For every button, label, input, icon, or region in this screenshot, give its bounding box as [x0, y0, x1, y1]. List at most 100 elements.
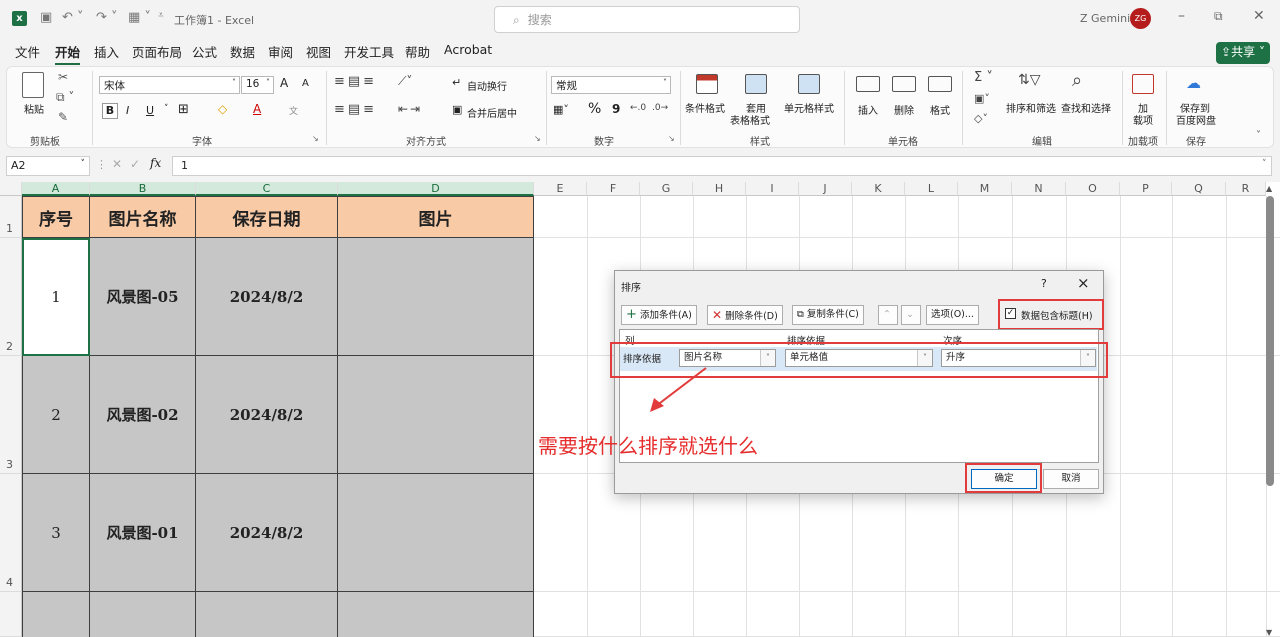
row-header[interactable]	[0, 592, 22, 637]
name-box[interactable]: A2 ˅	[6, 156, 90, 176]
restore-icon[interactable]: ⧉	[1214, 9, 1223, 24]
row-header[interactable]: 1	[0, 196, 22, 238]
table-cell[interactable]	[338, 592, 534, 637]
column-header-h[interactable]: H	[693, 182, 746, 196]
italic-button[interactable]: I	[126, 104, 129, 117]
dialog-close-button[interactable]: ×	[1077, 274, 1090, 292]
tab-data[interactable]: 数据	[230, 42, 255, 61]
table-cell[interactable]: 2	[22, 356, 90, 474]
add-level-button[interactable]: + 添加条件(A)	[621, 305, 697, 325]
dialog-launcher-icon[interactable]: ↘	[312, 134, 319, 143]
find-select-button[interactable]: 查找和选择	[1061, 100, 1111, 115]
vertical-scrollbar[interactable]	[1266, 196, 1274, 486]
orientation-icon[interactable]: ⟋˅	[398, 74, 412, 89]
tab-view[interactable]: 视图	[306, 42, 331, 61]
column-header-o[interactable]: O	[1066, 182, 1120, 196]
collapse-ribbon-icon[interactable]: ˅	[1256, 130, 1261, 141]
column-header-p[interactable]: P	[1120, 182, 1172, 196]
column-header-i[interactable]: I	[746, 182, 799, 196]
tab-acrobat[interactable]: Acrobat	[444, 42, 492, 57]
delete-level-button[interactable]: ✕ 删除条件(D)	[707, 305, 783, 325]
confirm-entry-icon[interactable]: ✓	[130, 157, 140, 171]
table-cell[interactable]	[22, 592, 90, 637]
scroll-down-icon[interactable]: ▼	[1266, 628, 1272, 637]
avatar[interactable]: ZG	[1130, 8, 1151, 29]
copy-level-button[interactable]: ⧉ 复制条件(C)	[792, 305, 864, 325]
table-cell[interactable]	[90, 592, 196, 637]
move-up-button[interactable]: ⌃	[878, 305, 898, 325]
horizontal-align-icons[interactable]: ≡▤≡	[334, 102, 377, 117]
table-cell[interactable]	[338, 356, 534, 474]
baidu-netdisk-icon[interactable]: ☁	[1186, 74, 1201, 92]
formula-input[interactable]: 1	[172, 156, 1272, 176]
tab-review[interactable]: 审阅	[268, 42, 293, 61]
table-cell[interactable]	[338, 474, 534, 592]
undo-icon[interactable]: ↶ ˅	[62, 10, 84, 25]
column-header-r[interactable]: R	[1226, 182, 1266, 196]
tab-home[interactable]: 开始	[55, 42, 81, 65]
cell-styles-icon[interactable]	[798, 74, 820, 94]
conditional-format-icon[interactable]	[696, 74, 718, 94]
number-format-select[interactable]: 常规 ˅	[551, 76, 671, 94]
percent-button[interactable]: %	[588, 101, 601, 117]
font-size-select[interactable]: 16 ˅	[241, 76, 274, 94]
font-color-icon[interactable]: A	[253, 102, 261, 116]
column-header-b[interactable]: B	[90, 182, 196, 196]
table-cell[interactable]: 2024/8/2	[196, 238, 338, 356]
copy-icon[interactable]: ⧉ ˅	[56, 90, 74, 105]
tab-formulas[interactable]: 公式	[192, 42, 217, 61]
dialog-launcher-icon[interactable]: ↘	[668, 134, 675, 143]
save-icon[interactable]: ▣	[40, 10, 52, 25]
borders-icon[interactable]: ⊞	[178, 102, 189, 117]
cancel-entry-icon[interactable]: ✕	[112, 157, 122, 171]
row-header[interactable]: 3	[0, 356, 22, 474]
table-cell[interactable]: 风景图-01	[90, 474, 196, 592]
table-cell[interactable]: 风景图-05	[90, 238, 196, 356]
options-button[interactable]: 选项(O)...	[926, 305, 979, 325]
row-header[interactable]: 2	[0, 238, 22, 356]
scroll-up-icon[interactable]: ▲	[1266, 184, 1272, 193]
phonetic-guide-button[interactable]: 文	[289, 104, 298, 117]
table-header-cell[interactable]: 图片	[338, 196, 534, 238]
cell-styles-button[interactable]: 单元格样式	[784, 100, 834, 115]
underline-button[interactable]: U	[146, 104, 154, 117]
column-header-g[interactable]: G	[640, 182, 693, 196]
expand-formula-icon[interactable]: ˅	[1262, 159, 1267, 169]
dialog-launcher-icon[interactable]: ↘	[534, 134, 541, 143]
clear-icon[interactable]: ◇˅	[974, 112, 988, 125]
find-icon[interactable]: ⌕	[1072, 70, 1082, 91]
chevron-down-icon[interactable]: ˅	[164, 104, 169, 114]
minimize-icon[interactable]: –	[1178, 8, 1185, 24]
increase-decimal-icon[interactable]: ←.0	[630, 103, 646, 113]
indent-icons[interactable]: ⇤⇥	[398, 102, 422, 116]
merge-center-icon[interactable]: ▣	[452, 103, 462, 116]
addins-label-2[interactable]: 载项	[1133, 112, 1153, 127]
delete-cells-button[interactable]: 删除	[894, 102, 914, 117]
decrease-decimal-icon[interactable]: .0→	[652, 103, 668, 113]
table-header-cell[interactable]: 序号	[22, 196, 90, 238]
column-header-k[interactable]: K	[852, 182, 905, 196]
format-painter-icon[interactable]: ✎	[58, 110, 68, 124]
table-header-cell[interactable]: 图片名称	[90, 196, 196, 238]
conditional-format-button[interactable]: 条件格式	[685, 100, 725, 115]
format-cells-button[interactable]: 格式	[930, 102, 950, 117]
column-header-q[interactable]: Q	[1172, 182, 1226, 196]
grow-font-button[interactable]: A	[280, 76, 288, 90]
tab-developer[interactable]: 开发工具	[344, 42, 394, 61]
table-cell[interactable]	[338, 238, 534, 356]
format-cells-icon[interactable]	[928, 76, 952, 92]
help-button[interactable]: ?	[1041, 277, 1047, 290]
save-to-label-2[interactable]: 百度网盘	[1176, 112, 1216, 127]
column-header-c[interactable]: C	[196, 182, 338, 196]
wrap-text-icon[interactable]: ↵	[452, 76, 461, 89]
tab-file[interactable]: 文件	[15, 42, 40, 61]
paste-icon[interactable]	[22, 72, 44, 98]
format-as-table-icon[interactable]	[745, 74, 767, 94]
paste-button[interactable]: 粘贴	[24, 101, 44, 116]
delete-cells-icon[interactable]	[892, 76, 916, 92]
comma-button[interactable]: 9	[612, 102, 620, 116]
tab-help[interactable]: 帮助	[405, 42, 430, 61]
column-header-n[interactable]: N	[1012, 182, 1066, 196]
table-cell[interactable]: 2024/8/2	[196, 356, 338, 474]
fill-color-icon[interactable]: ◇	[218, 102, 227, 116]
